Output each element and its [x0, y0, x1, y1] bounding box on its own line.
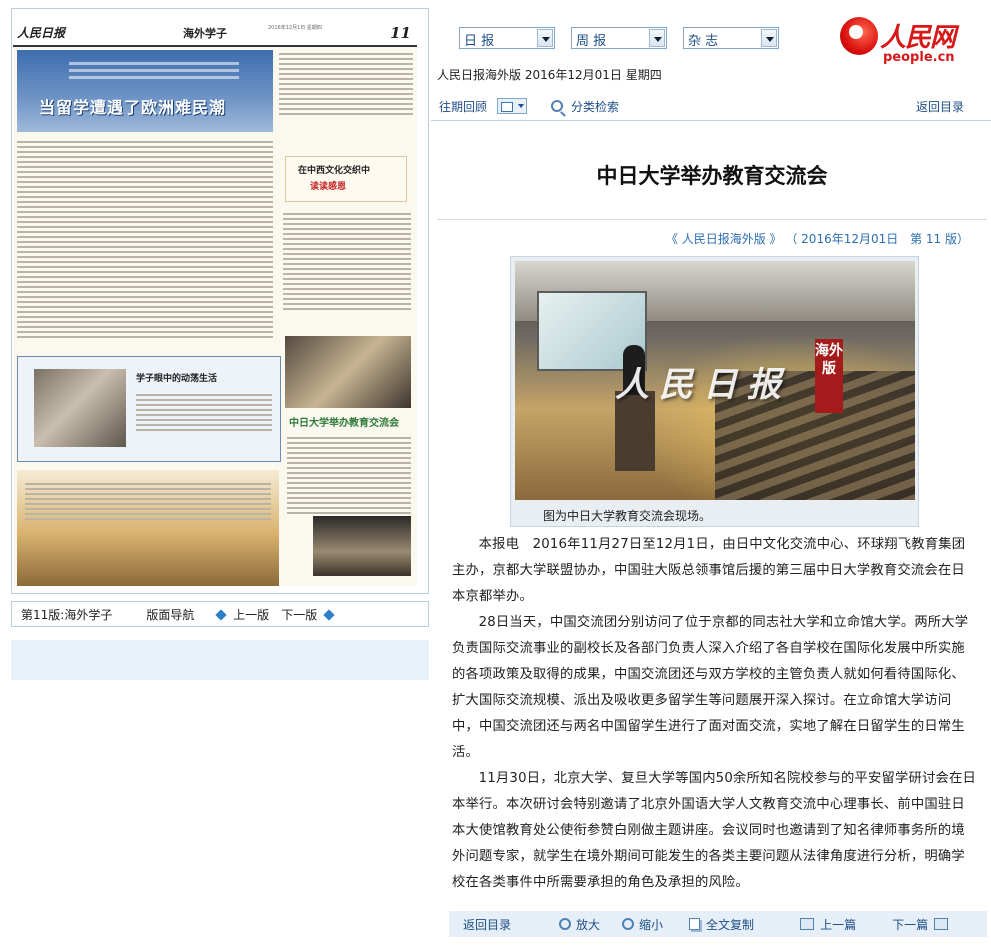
right-text-column: [279, 50, 413, 118]
current-page-label: 第11版:海外学子: [21, 607, 113, 622]
prev-page-icon: [215, 609, 228, 621]
return-directory-button[interactable]: 返回目录: [463, 916, 511, 933]
article-area-culture[interactable]: 在中西文化交织中 读读感恩: [285, 156, 407, 202]
next-article-label: 下一篇: [892, 917, 929, 932]
photo-watermark-seal: 海外版: [815, 339, 843, 413]
newspaper-date: 2016年12月1日 星期四: [268, 25, 322, 31]
return-directory-link[interactable]: 返回目录: [916, 98, 964, 115]
newspaper-header: 人民日报 海外学子 2016年12月1日 星期四 11: [13, 20, 417, 47]
daily-select[interactable]: 日 报: [459, 27, 555, 49]
prev-article-button[interactable]: 上一篇: [794, 916, 856, 933]
search-icon: [551, 100, 564, 112]
article-paragraph: 11月30日，北京大学、复旦大学等国内50余所知名院校参与的平安留学研讨会在日本…: [452, 771, 976, 890]
banner-text-lines: [69, 58, 239, 83]
zoom-out-button[interactable]: 缩小: [622, 916, 663, 933]
newspaper-page-number: 11: [390, 23, 411, 42]
zoom-in-icon: [559, 918, 572, 930]
top-navigation-bar: 往期回顾 分类检索 返回目录: [431, 92, 991, 121]
culture-subheadline: 读读感恩: [310, 182, 347, 192]
prev-article-icon: [800, 918, 815, 930]
page-navigation-bar: 第11版:海外学子 版面导航 上一版 下一版: [11, 601, 429, 627]
source-page: 第 11 版）: [910, 232, 969, 246]
newspaper-photo: [313, 516, 411, 576]
category-search-link[interactable]: 分类检索: [551, 98, 619, 115]
next-page-label: 下一版: [281, 607, 318, 622]
newspaper-bottom-illustration[interactable]: [17, 470, 279, 586]
article-paragraph: 28日当天，中国交流团分别访问了位于京都的同志社大学和立命馆大学。两所大学负责国…: [452, 615, 969, 760]
article-toolbar: 返回目录 放大 缩小 全文复制 上一篇 下一篇: [449, 911, 987, 937]
daily-select-value: 日 报: [464, 34, 495, 49]
chevron-down-icon: [761, 29, 777, 47]
text-column-block: [287, 434, 411, 517]
source-publication-link[interactable]: 《 人民日报海外版 》: [666, 232, 782, 246]
newspaper-section-title: 海外学子: [183, 26, 227, 40]
people-cn-logo[interactable]: 人民网 people.cn: [836, 15, 976, 70]
chevron-down-icon: [537, 29, 553, 47]
logo-url: people.cn: [883, 50, 955, 65]
next-article-button[interactable]: 下一篇: [892, 916, 954, 933]
next-page-icon: [323, 609, 335, 621]
article-area-refugee[interactable]: 当留学遭遇了欧洲难民潮: [17, 50, 273, 132]
photo-watermark: 人民日报: [615, 365, 791, 405]
zoom-out-icon: [622, 918, 635, 930]
newspaper-photo: [34, 369, 126, 447]
article-source-line: 《 人民日报海外版 》 （ 2016年12月01日 第 11 版）: [666, 230, 969, 247]
exchange-headline-link[interactable]: 中日大学举办教育交流会: [289, 414, 399, 429]
culture-headline: 在中西文化交织中: [298, 166, 371, 176]
article-photo[interactable]: 人民日报 海外版: [515, 261, 915, 500]
refugee-headline: 当留学遭遇了欧洲难民潮: [39, 98, 227, 117]
article-title: 中日大学举办教育交流会: [596, 164, 828, 188]
text-column-block: [136, 391, 272, 434]
newspaper-page-image[interactable]: 人民日报 海外学子 2016年12月1日 星期四 11 当留学遭遇了欧洲难民潮 …: [13, 20, 417, 586]
page-nav-label[interactable]: 版面导航: [146, 606, 194, 623]
return-directory-label: 返回目录: [463, 917, 512, 932]
zoom-in-label: 放大: [576, 917, 601, 932]
archive-link[interactable]: 往期回顾: [439, 98, 487, 115]
edition-date-line: 人民日报海外版 2016年12月01日 星期四: [437, 68, 662, 82]
article-body: 本报电 2016年11月27日至12月1日，由日中文化交流中心、环球翔飞教育集团…: [452, 532, 978, 896]
zoom-in-button[interactable]: 放大: [559, 916, 600, 933]
logo-emblem-icon: [840, 17, 878, 55]
category-search-label: 分类检索: [571, 99, 620, 114]
logo-text: 人民网: [880, 23, 956, 53]
zoom-out-label: 缩小: [639, 917, 664, 932]
article-paragraph: 本报电 2016年11月27日至12月1日，由日中文化交流中心、环球翔飞教育集团…: [452, 537, 966, 604]
copy-all-label: 全文复制: [706, 917, 755, 932]
text-column-block: [25, 480, 271, 523]
prev-article-label: 上一篇: [820, 917, 857, 932]
weekly-select-value: 周 报: [576, 34, 607, 49]
article-photo-frame: 人民日报 海外版 图为中日大学教育交流会现场。: [510, 256, 919, 527]
article-list-panel: [11, 640, 429, 680]
article-area-study[interactable]: 学子眼中的动荡生活: [17, 356, 281, 462]
photo-caption: 图为中日大学教育交流会现场。: [543, 509, 712, 523]
newspaper-masthead: 人民日报: [17, 26, 66, 40]
prev-page-link[interactable]: 上一版: [215, 606, 270, 623]
copy-all-button[interactable]: 全文复制: [689, 916, 754, 933]
next-page-link[interactable]: 下一版: [281, 606, 335, 623]
magazine-select[interactable]: 杂 志: [683, 27, 779, 49]
weekly-select[interactable]: 周 报: [571, 27, 667, 49]
magazine-select-value: 杂 志: [688, 34, 719, 49]
copy-icon: [689, 918, 701, 930]
next-article-icon: [934, 918, 949, 930]
text-column-block: [17, 138, 273, 341]
chevron-down-icon: [649, 29, 665, 47]
calendar-picker-icon[interactable]: [497, 98, 528, 114]
newspaper-photo: [285, 336, 411, 408]
source-date: （ 2016年12月01日: [785, 232, 899, 246]
title-divider: [437, 219, 987, 220]
study-headline: 学子眼中的动荡生活: [136, 374, 218, 384]
prev-page-label: 上一版: [233, 607, 270, 622]
text-column-block: [283, 210, 411, 313]
